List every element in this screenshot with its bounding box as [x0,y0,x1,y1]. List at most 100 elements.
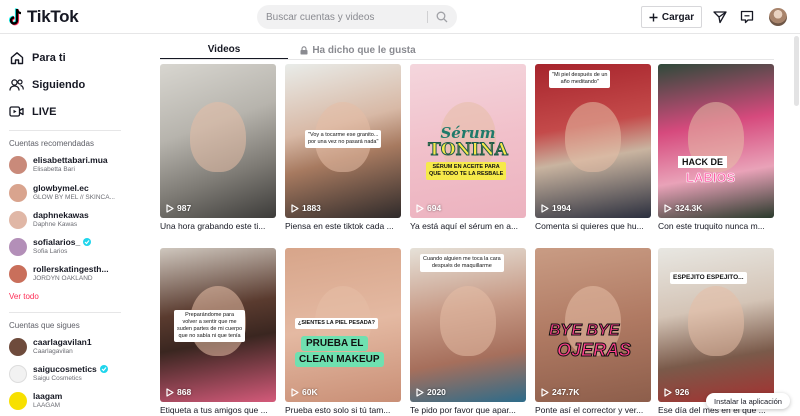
recommended-account[interactable]: daphnekawas Daphne Kawas [9,209,127,231]
following-account[interactable]: laagam LAAGAM [9,390,127,412]
logo-text: TikTok [27,7,79,26]
play-icon [664,387,672,397]
nav-label: Para ti [32,51,66,64]
lock-icon [300,45,308,54]
recommended-account[interactable]: sofialarios_ Sofia Larios [9,236,127,258]
recommended-heading: Cuentas recomendadas [9,139,94,148]
view-count-value: 2020 [427,387,446,397]
video-thumbnail[interactable]: ¿SIENTES LA PIEL PESADA? PRUEBA EL CLEAN M… [285,248,401,402]
sidebar: Para ti Siguiendo LIVE Cuentas recomenda… [0,34,128,416]
thumbnail-subject [565,102,621,172]
video-caption[interactable]: Piensa en este tiktok cada ... [285,221,401,231]
video-thumbnail[interactable]: HACK DE LABIOS 324.3K [658,64,774,218]
messages-button[interactable] [739,9,755,25]
video-caption[interactable]: Ya está aquí el sérum en a... [410,221,526,231]
upload-button[interactable]: Cargar [641,6,702,28]
tiktok-logo[interactable]: TikTok [8,7,79,27]
account-subtitle: GLOW BY MEL // SKINCA... [33,194,115,201]
play-icon [416,387,424,397]
avatar [9,365,27,383]
account-subtitle: Saigu Cosmetics [33,375,82,382]
video-thumbnail[interactable]: "Mi piel después de un año meditando" 199… [535,64,651,218]
nav-live[interactable]: LIVE [9,104,56,119]
recommended-account[interactable]: rollerskatingesth... JORDYN OAKLAND [9,263,127,285]
account-name: glowbymel.ec [33,183,89,193]
tiktok-note-icon [8,8,24,26]
avatar [9,156,27,174]
video-thumbnail[interactable]: Cuando alguien me toca la cara después d… [410,248,526,402]
view-count: 987 [166,203,191,213]
view-count: 2020 [416,387,446,397]
following-account[interactable]: saigucosmetics Saigu Cosmetics [9,363,127,385]
play-icon [166,203,174,213]
video-caption[interactable]: Con este truquito nunca m... [658,221,774,231]
nav-for-you[interactable]: Para ti [9,50,66,65]
video-title-line: CLEAN MAKEUP [295,352,384,367]
avatar [9,211,27,229]
live-icon [9,104,24,119]
view-count: 1994 [541,203,571,213]
nav-following[interactable]: Siguiendo [9,77,85,92]
avatar [9,238,27,256]
video-title-line: LABIOS [686,170,736,186]
scrollbar[interactable] [794,36,799,106]
video-thumbnail[interactable]: ESPEJITO ESPEJITO... 926 [658,248,774,402]
profile-avatar[interactable] [769,8,787,26]
video-overlay-text: ¿SIENTES LA PIEL PESADA? [295,318,379,329]
play-icon [541,387,549,397]
view-count-value: 1994 [552,203,571,213]
people-icon [9,77,24,92]
video-thumbnail[interactable]: Preparándome para volver a sentir que me… [160,248,276,402]
view-count: 868 [166,387,191,397]
video-overlay-text: "Voy a tocarme ese granito... por una ve… [305,130,382,148]
verified-badge-icon [83,238,92,246]
upload-label: Cargar [661,11,695,23]
account-name: saigucosmetics [33,364,97,374]
search-button[interactable] [433,9,451,25]
following-account[interactable]: caarlagavilan1 Caarlagavilan [9,336,127,358]
account-subtitle: LAAGAM [33,402,61,409]
install-app-button[interactable]: Instalar la aplicación [706,393,790,409]
video-overlay-text: Preparándome para volver a sentir que me… [174,310,246,342]
view-count-value: 694 [427,203,442,213]
video-caption[interactable]: Comenta si quieres que hu... [535,221,651,231]
profile-tabs: Videos Ha dicho que le gusta [160,40,774,60]
inbox-filter-button[interactable] [712,9,728,25]
view-count: 60K [291,387,318,397]
account-name: laagam [33,391,63,401]
view-count-value: 987 [177,203,192,213]
view-count: 926 [664,387,689,397]
video-title-line: PRUEBA EL [301,336,369,351]
video-caption[interactable]: Te pido por favor que apar... [410,405,526,415]
avatar [9,338,27,356]
video-thumbnail[interactable]: "Voy a tocarme ese granito... por una ve… [285,64,401,218]
video-caption[interactable]: Una hora grabando este ti... [160,221,276,231]
view-count: 694 [416,203,441,213]
view-count-value: 60K [302,387,318,397]
play-icon [541,203,549,213]
search-bar [257,5,457,29]
play-icon [664,203,672,213]
video-thumbnail[interactable]: 987 [160,64,276,218]
following-heading: Cuentas que sigues [9,321,80,330]
video-caption[interactable]: Etiqueta a tus amigos que ... [160,405,276,415]
video-title-line: OJERAS [556,340,632,361]
recommended-account[interactable]: elisabettabari.mua Elisabetta Bari [9,154,127,176]
video-caption[interactable]: Ponte así el corrector y ver... [535,405,651,415]
tab-label: Videos [207,43,241,55]
video-thumbnail[interactable]: SÉRUM EN ACEITE PARA QUE TODO TE LA RESB… [410,64,526,218]
account-name: daphnekawas [33,210,89,220]
video-overlay-text: ESPEJITO ESPEJITO... [670,272,747,285]
nav-label: LIVE [32,105,57,118]
video-title-line: HACK DE [678,156,728,168]
video-thumbnail[interactable]: BYE BYE OJERAS 247.7K [535,248,651,402]
home-icon [9,50,24,65]
view-count-value: 868 [177,387,192,397]
tab-liked[interactable]: Ha dicho que le gusta [288,40,428,60]
search-input[interactable] [257,11,427,23]
recommended-account[interactable]: glowbymel.ec GLOW BY MEL // SKINCA... [9,182,127,204]
see-all-link[interactable]: Ver todo [9,292,39,301]
tab-videos[interactable]: Videos [160,40,288,60]
video-caption[interactable]: Prueba esto solo si tú tam... [285,405,401,415]
play-icon [166,387,174,397]
